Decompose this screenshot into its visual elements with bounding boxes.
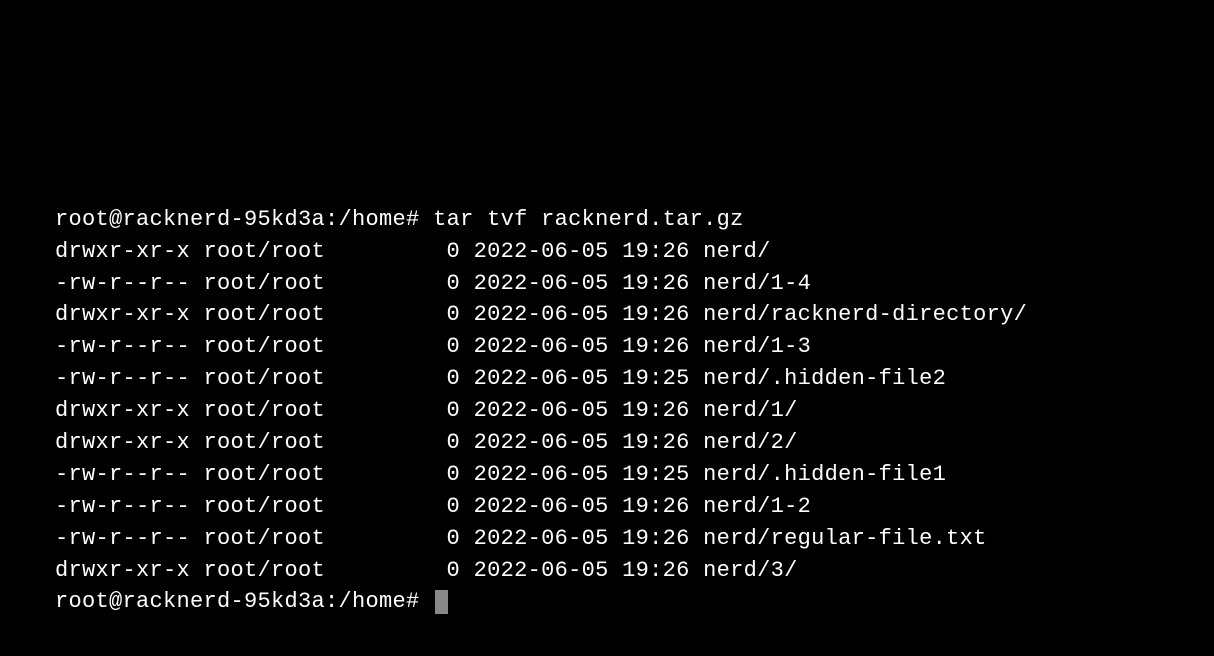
prompt-line-1: root@racknerd-95kd3a:/home# tar tvf rack… bbox=[55, 204, 1159, 236]
tar-listing: drwxr-xr-x root/root 0 2022-06-05 19:26 … bbox=[55, 236, 1159, 587]
tar-entry-line: -rw-r--r-- root/root 0 2022-06-05 19:25 … bbox=[55, 459, 1159, 491]
shell-prompt: root@racknerd-95kd3a:/home# bbox=[55, 589, 420, 614]
tar-entry-line: -rw-r--r-- root/root 0 2022-06-05 19:26 … bbox=[55, 491, 1159, 523]
tar-entry-line: -rw-r--r-- root/root 0 2022-06-05 19:26 … bbox=[55, 268, 1159, 300]
tar-entry-line: drwxr-xr-x root/root 0 2022-06-05 19:26 … bbox=[55, 555, 1159, 587]
shell-prompt: root@racknerd-95kd3a:/home# bbox=[55, 207, 420, 232]
tar-entry-line: drwxr-xr-x root/root 0 2022-06-05 19:26 … bbox=[55, 299, 1159, 331]
tar-entry-line: drwxr-xr-x root/root 0 2022-06-05 19:26 … bbox=[55, 236, 1159, 268]
tar-entry-line: drwxr-xr-x root/root 0 2022-06-05 19:26 … bbox=[55, 427, 1159, 459]
cursor-block bbox=[435, 590, 448, 614]
tar-entry-line: drwxr-xr-x root/root 0 2022-06-05 19:26 … bbox=[55, 395, 1159, 427]
command-text: tar tvf racknerd.tar.gz bbox=[433, 207, 744, 232]
terminal-output[interactable]: root@racknerd-95kd3a:/home# tar tvf rack… bbox=[55, 140, 1159, 650]
tar-entry-line: -rw-r--r-- root/root 0 2022-06-05 19:26 … bbox=[55, 331, 1159, 363]
prompt-line-2: root@racknerd-95kd3a:/home# bbox=[55, 586, 1159, 618]
tar-entry-line: -rw-r--r-- root/root 0 2022-06-05 19:26 … bbox=[55, 523, 1159, 555]
tar-entry-line: -rw-r--r-- root/root 0 2022-06-05 19:25 … bbox=[55, 363, 1159, 395]
